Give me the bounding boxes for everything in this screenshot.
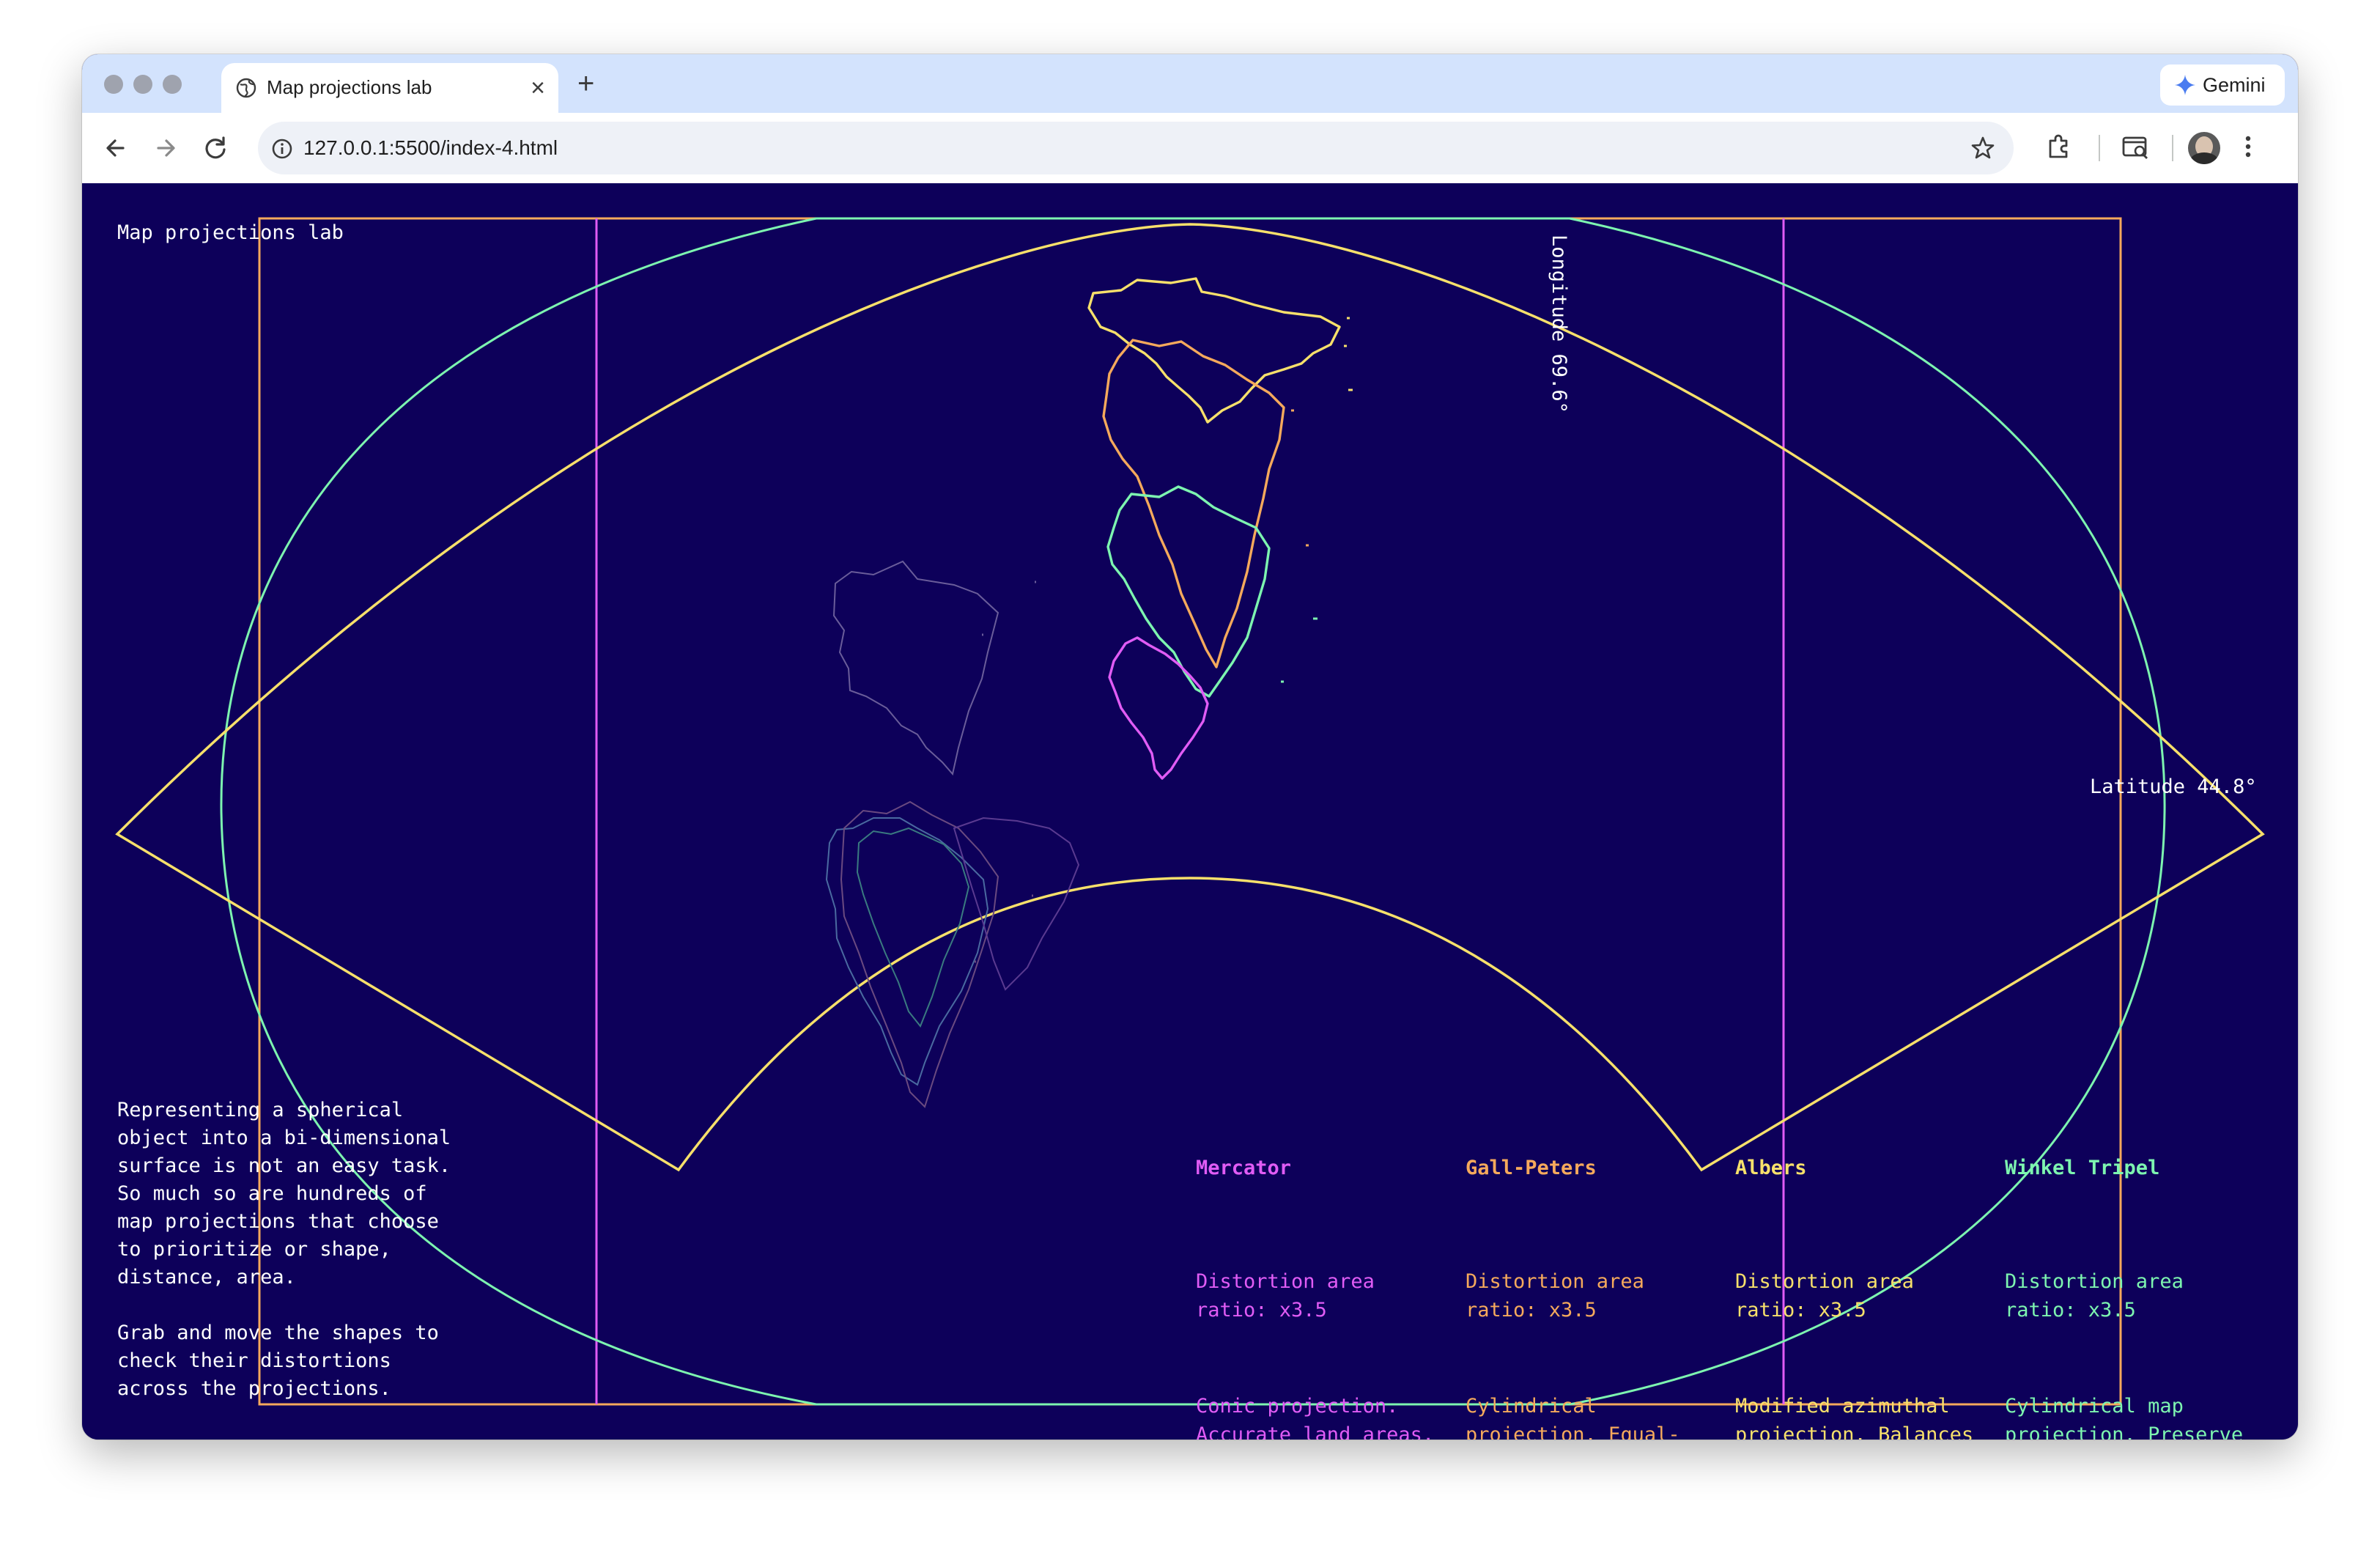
projection-name: Mercator	[1196, 1157, 1292, 1179]
projection-ratio: Distortion area ratio: x3.5	[1735, 1270, 1914, 1322]
projection-description: Cylindrical map projection. Preserve sha…	[2005, 1395, 2244, 1440]
latitude-readout: Latitude 44.8°	[2090, 775, 2257, 798]
kebab-menu-icon[interactable]	[2241, 130, 2255, 163]
star-icon[interactable]	[1970, 135, 1996, 161]
window-zoom-dot[interactable]	[163, 75, 182, 94]
intro-text: Representing a spherical object into a b…	[117, 1099, 451, 1400]
faint-overlapping-shapes	[825, 800, 1080, 1108]
window-minimize-dot[interactable]	[133, 75, 152, 94]
tab-title: Map projections lab	[267, 76, 432, 98]
page-title: Map projections lab	[117, 221, 344, 244]
projection-card-mercator: Mercator Distortion area ratio: x3.5 Con…	[1196, 1096, 1467, 1440]
winkel-tripel-country-shape	[1106, 485, 1271, 698]
gemini-sparkle-icon	[2175, 75, 2195, 95]
tab-active[interactable]: Map projections lab ×	[221, 63, 558, 113]
longitude-readout: Longitude 69.6°	[1548, 235, 1570, 413]
close-icon[interactable]: ×	[531, 73, 545, 103]
projection-name: Albers	[1735, 1157, 1807, 1179]
browser-window: Map projections lab × + Gemini 127.0.0.1…	[82, 54, 2298, 1440]
projection-description: Cylindrical projection. Equal- area map …	[1466, 1395, 1680, 1440]
tab-strip: Map projections lab × + Gemini	[82, 54, 2298, 113]
globe-icon	[236, 78, 256, 98]
window-close-dot[interactable]	[104, 75, 123, 94]
projection-ratio: Distortion area ratio: x3.5	[1196, 1270, 1375, 1322]
projection-name: Winkel Tripel	[2005, 1157, 2160, 1179]
projection-card-winkel-tripel: Winkel Tripel Distortion area ratio: x3.…	[2005, 1096, 2276, 1440]
tab-search-icon[interactable]	[2119, 130, 2151, 163]
island-marks	[975, 317, 1353, 963]
info-icon[interactable]	[271, 138, 293, 160]
browser-toolbar: 127.0.0.1:5500/index-4.html	[82, 113, 2298, 184]
projection-card-gall-peters: Gall-Peters Distortion area ratio: x3.5 …	[1466, 1096, 1737, 1440]
address-bar[interactable]: 127.0.0.1:5500/index-4.html	[258, 122, 2014, 174]
new-tab-button[interactable]: +	[577, 66, 594, 101]
gemini-label: Gemini	[2203, 74, 2266, 96]
arrow-right-icon[interactable]	[147, 129, 185, 167]
projection-ratio: Distortion area ratio: x3.5	[1466, 1270, 1644, 1322]
mercator-country-shape	[1108, 636, 1209, 780]
projection-description: Conic projection. Accurate land areas, d…	[1196, 1395, 1435, 1440]
avatar[interactable]	[2188, 132, 2220, 164]
albers-outline	[115, 223, 2265, 1172]
projection-description: Modified azimuthal projection. Balances …	[1735, 1395, 1974, 1440]
gemini-button[interactable]: Gemini	[2160, 64, 2285, 106]
gall-peters-country-shape	[1102, 339, 1285, 668]
toolbar-divider	[2172, 135, 2173, 161]
reload-icon[interactable]	[196, 129, 234, 167]
projection-card-albers: Albers Distortion area ratio: x3.5 Modif…	[1735, 1096, 2006, 1440]
faint-brazil-shape	[832, 560, 999, 776]
projection-ratio: Distortion area ratio: x3.5	[2005, 1270, 2184, 1322]
page-content: Map projections lab Longitude 69.6° Lati…	[82, 183, 2298, 1440]
albers-country-shape	[1087, 277, 1341, 424]
url-text[interactable]: 127.0.0.1:5500/index-4.html	[303, 136, 558, 160]
projection-name: Gall-Peters	[1466, 1157, 1597, 1179]
puzzle-icon[interactable]	[2043, 130, 2075, 163]
arrow-left-icon[interactable]	[97, 129, 135, 167]
toolbar-divider	[2099, 135, 2100, 161]
